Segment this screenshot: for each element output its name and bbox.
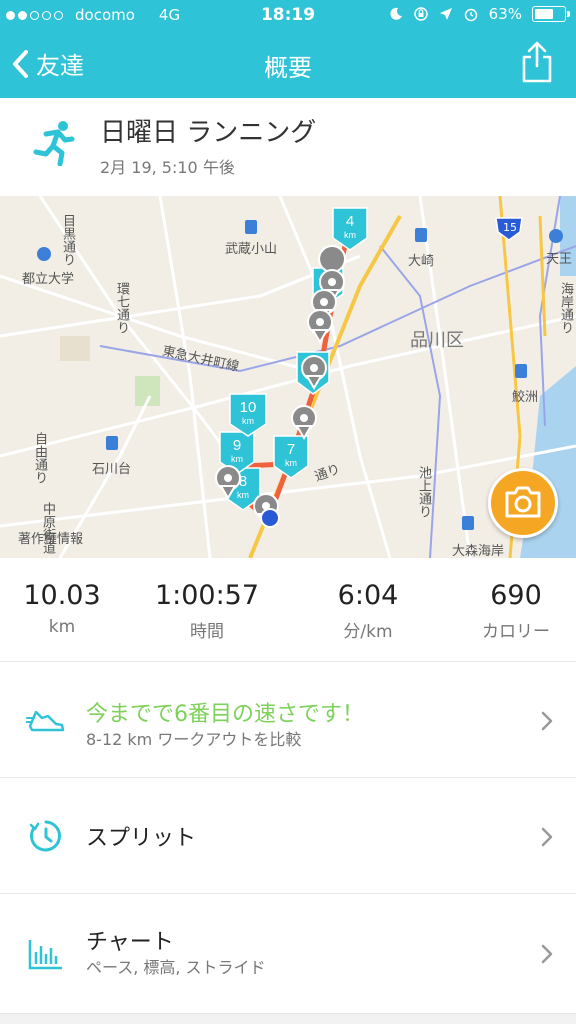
map-label-meguro: 目黒通り — [60, 214, 75, 266]
map-label-ikegami: 池上通り — [416, 466, 431, 518]
charts-row[interactable]: チャート ペース, 標高, ストライド — [0, 894, 576, 1014]
compare-title: 今までで6番目の速さです！ — [86, 702, 364, 727]
map-label-copyright[interactable]: 著作権情報 — [18, 528, 83, 547]
map-label-musashikoyama: 武蔵小山 — [225, 242, 278, 257]
splits-title: スプリット — [86, 826, 197, 851]
stat-duration-unit: 時間 — [190, 622, 224, 642]
activity-title: 日曜日 ランニング — [100, 118, 317, 148]
shoe-icon — [26, 710, 65, 732]
share-icon[interactable] — [520, 40, 554, 84]
route-15-label: 15 — [503, 221, 517, 234]
rotation-lock-icon — [413, 7, 428, 21]
add-photo-button[interactable] — [488, 468, 558, 538]
bar-chart-icon — [28, 940, 62, 970]
chevron-right-icon — [541, 711, 553, 731]
alarm-icon — [464, 8, 477, 22]
map-label-omori: 大森海岸 — [452, 544, 505, 558]
nav-title: 概要 — [264, 54, 312, 82]
chevron-right-icon — [541, 827, 553, 847]
stat-distance-unit: km — [48, 617, 76, 637]
stat-distance: 10.03 km — [12, 580, 112, 637]
compare-row[interactable]: 今までで6番目の速さです！ 8-12 km ワークアウトを比較 — [0, 662, 576, 778]
stopwatch-icon — [29, 820, 61, 852]
battery-icon — [532, 6, 570, 22]
activity-date: 2月 19, 5:10 午後 — [100, 158, 235, 177]
moon-icon — [390, 7, 402, 20]
stat-calories-value: 690 — [490, 580, 542, 611]
runner-icon — [33, 121, 75, 166]
stat-pace: 6:04 分/km — [310, 580, 426, 642]
map-label-kan7: 環七通り — [114, 282, 129, 334]
nav-bar: 友達 概要 — [0, 32, 576, 98]
map-label-samezu: 鮫洲 — [512, 390, 539, 405]
location-arrow-icon — [439, 8, 452, 20]
stat-calories: 690 カロリー — [466, 580, 566, 642]
battery-percent: 63% — [488, 5, 522, 23]
status-bar: docomo 4G 18:19 63% — [0, 0, 576, 32]
stat-pace-unit: 分/km — [343, 622, 393, 642]
charts-subtitle: ペース, 標高, ストライド — [86, 958, 266, 977]
map-label-kaigan: 海岸通り — [558, 282, 573, 334]
camera-icon — [505, 486, 541, 518]
stat-duration: 1:00:57 時間 — [142, 580, 272, 642]
map-label-toritsu: 都立大学 — [22, 272, 75, 287]
charts-title: チャート — [86, 930, 174, 955]
splits-row[interactable]: スプリット — [0, 778, 576, 894]
map-label-shinagawa: 品川区 — [410, 330, 464, 351]
header: docomo 4G 18:19 63% 友達 概要 — [0, 0, 576, 98]
stat-duration-value: 1:00:57 — [154, 580, 260, 611]
map-label-ishikawadai: 石川台 — [92, 462, 132, 477]
bottom-spacer — [0, 1014, 576, 1024]
app-root: docomo 4G 18:19 63% 友達 概要 日曜日 ランニング 2月 1… — [0, 0, 576, 1024]
status-right: 63% — [389, 5, 570, 23]
stats-bar: 10.03 km 1:00:57 時間 6:04 分/km 690 カロリー — [0, 558, 576, 662]
compare-subtitle: 8-12 km ワークアウトを比較 — [86, 730, 302, 749]
map-label-osaki: 大崎 — [408, 254, 435, 269]
chevron-right-icon — [541, 944, 553, 964]
stat-calories-unit: カロリー — [482, 622, 550, 642]
map-label-tenno: 天王 — [546, 252, 573, 267]
stat-distance-value: 10.03 — [23, 580, 101, 611]
activity-header: 日曜日 ランニング 2月 19, 5:10 午後 — [0, 98, 576, 196]
map-label-jiyu: 自由通り — [32, 432, 47, 484]
stat-pace-value: 6:04 — [337, 580, 399, 611]
